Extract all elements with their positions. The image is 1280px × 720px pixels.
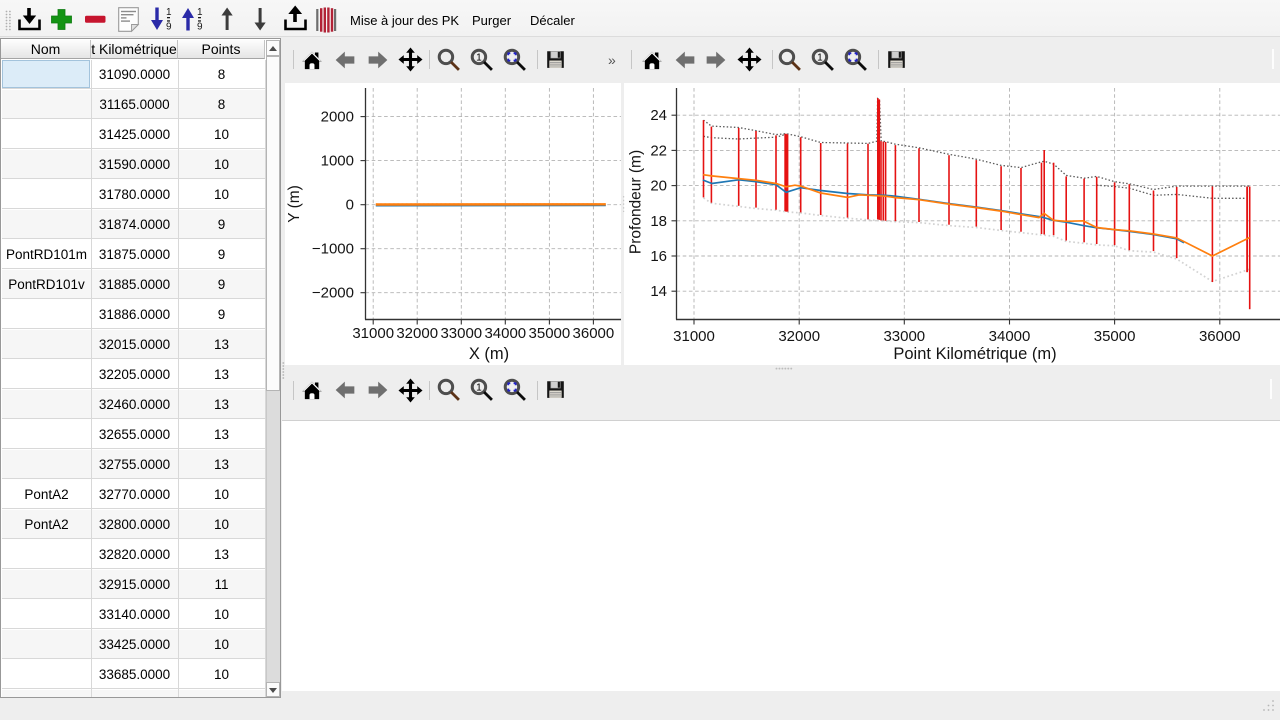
svg-text:18: 18 xyxy=(650,213,667,230)
svg-text:Profondeur (m): Profondeur (m) xyxy=(628,150,645,254)
svg-text:1: 1 xyxy=(166,7,172,18)
svg-text:−1000: −1000 xyxy=(312,241,354,258)
svg-text:9: 9 xyxy=(166,22,172,33)
svg-text:0: 0 xyxy=(346,197,354,214)
svg-text:Y (m): Y (m) xyxy=(286,185,303,223)
svg-text:33000: 33000 xyxy=(883,328,925,345)
svg-text:X (m): X (m) xyxy=(469,345,509,363)
svg-text:35000: 35000 xyxy=(1094,328,1136,345)
svg-text:34000: 34000 xyxy=(484,325,526,342)
svg-text:36000: 36000 xyxy=(573,325,615,342)
svg-text:16: 16 xyxy=(650,248,667,265)
svg-text:20: 20 xyxy=(650,178,667,195)
svg-text:35000: 35000 xyxy=(529,325,571,342)
svg-text:−2000: −2000 xyxy=(312,285,354,302)
svg-text:31000: 31000 xyxy=(673,328,715,345)
svg-text:34000: 34000 xyxy=(989,328,1031,345)
svg-text:24: 24 xyxy=(650,107,667,124)
svg-text:36000: 36000 xyxy=(1199,328,1241,345)
svg-text:32000: 32000 xyxy=(778,328,820,345)
svg-text:14: 14 xyxy=(650,283,667,300)
svg-text:9: 9 xyxy=(197,22,203,33)
svg-text:22: 22 xyxy=(650,142,667,159)
svg-text:1: 1 xyxy=(197,7,203,18)
svg-text:Point Kilométrique (m): Point Kilométrique (m) xyxy=(893,345,1056,363)
svg-text:32000: 32000 xyxy=(396,325,438,342)
svg-text:2000: 2000 xyxy=(321,109,354,126)
svg-text:1000: 1000 xyxy=(321,153,354,170)
svg-text:33000: 33000 xyxy=(440,325,482,342)
svg-text:31000: 31000 xyxy=(352,325,394,342)
